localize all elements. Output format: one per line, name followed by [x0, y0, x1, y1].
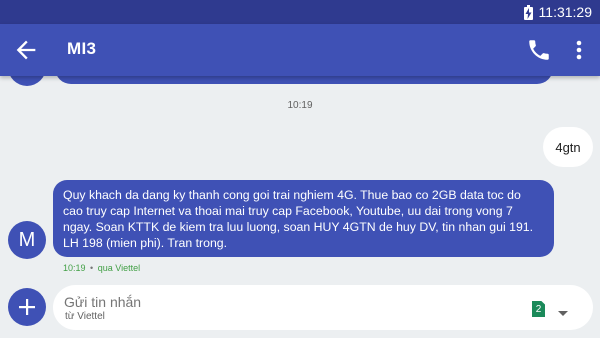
- sim-slot-number: 2: [535, 303, 542, 315]
- messaging-screen: 11:31:29 MI3 10:19 4gtn M Quy khach da d…: [0, 0, 600, 338]
- time-separator: 10:19: [287, 100, 313, 111]
- meta-separator: •: [90, 263, 94, 273]
- more-options-button[interactable]: [568, 37, 590, 63]
- outgoing-message-text: 4gtn: [555, 139, 581, 155]
- message-meta: 10:19 • qua Viettel: [63, 263, 140, 273]
- conversation-title: MI3: [67, 39, 97, 58]
- dropdown-arrow-icon: [558, 311, 568, 316]
- battery-charging-icon: [523, 4, 533, 20]
- incoming-message-bubble[interactable]: Quy khach da dang ky thanh cong goi trai…: [53, 180, 554, 257]
- incoming-message-text: Quy khach da dang ky thanh cong goi trai…: [63, 188, 534, 250]
- compose-sim-label: từ Viettel: [65, 311, 105, 322]
- back-arrow-icon: [16, 40, 36, 60]
- message-time: 10:19: [63, 263, 86, 273]
- call-button[interactable]: [526, 37, 552, 63]
- outgoing-message-bubble[interactable]: 4gtn: [543, 127, 593, 167]
- status-time: 11:31:29: [538, 4, 592, 20]
- phone-icon: [529, 40, 549, 60]
- sim-selector-badge[interactable]: 2: [532, 301, 545, 317]
- status-bar: 11:31:29: [0, 0, 600, 24]
- compose-box: từ Viettel 2: [53, 285, 593, 330]
- sim-dropdown-button[interactable]: [556, 304, 570, 316]
- add-attachment-button[interactable]: [8, 288, 46, 326]
- sender-avatar[interactable]: M: [8, 221, 46, 259]
- app-bar: MI3: [0, 24, 600, 76]
- message-via: qua Viettel: [97, 263, 141, 273]
- message-input[interactable]: [64, 293, 364, 311]
- back-button[interactable]: [12, 36, 40, 64]
- more-vert-icon: [576, 40, 582, 60]
- add-icon: [19, 299, 35, 315]
- incoming-message-row: M Quy khach da dang ky thanh cong goi tr…: [0, 180, 600, 275]
- sender-initial: M: [18, 228, 36, 251]
